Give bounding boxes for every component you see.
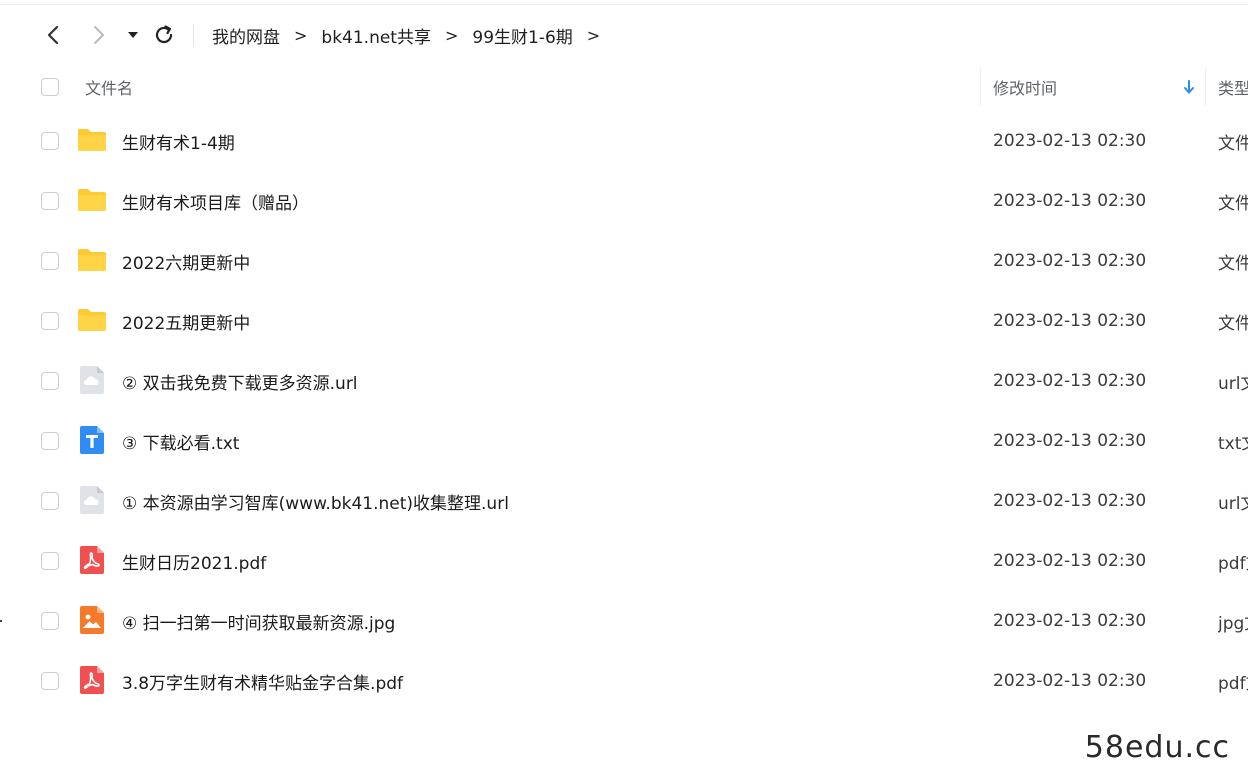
file-list: 生财有术1-4期 2023-02-13 02:30 文件夹 生财有术项目库（赠品… <box>0 111 1248 711</box>
column-header-name[interactable]: 文件名 <box>85 64 133 110</box>
column-divider[interactable] <box>980 68 981 106</box>
file-list-header: 文件名 修改时间 类型 <box>0 64 1248 110</box>
file-row[interactable]: 2022五期更新中 2023-02-13 02:30 文件夹 <box>0 291 1248 351</box>
edge-mark <box>0 620 2 622</box>
back-button[interactable] <box>40 22 66 48</box>
file-name[interactable]: 生财有术项目库（赠品） <box>122 171 309 231</box>
pdf-file-icon <box>80 546 104 574</box>
file-name[interactable]: ② 双击我免费下载更多资源.url <box>122 351 358 411</box>
file-row[interactable]: 生财有术项目库（赠品） 2023-02-13 02:30 文件夹 <box>0 171 1248 231</box>
file-modified-time: 2023-02-13 02:30 <box>993 251 1147 271</box>
file-row[interactable]: 生财日历2021.pdf 2023-02-13 02:30 pdf文件 <box>0 531 1248 591</box>
file-type: 文件夹 <box>1218 193 1248 214</box>
file-row[interactable]: ④ 扫一扫第一时间获取最新资源.jpg 2023-02-13 02:30 jpg… <box>0 591 1248 651</box>
file-type: pdf文件 <box>1218 673 1248 694</box>
sort-desc-button[interactable] <box>1182 64 1196 110</box>
file-type: 文件夹 <box>1218 313 1248 334</box>
refresh-button[interactable] <box>151 22 177 48</box>
watermark: 58edu.cc <box>1084 730 1230 765</box>
file-modified-time: 2023-02-13 02:30 <box>993 131 1147 151</box>
file-type: url文件 <box>1218 493 1248 514</box>
file-type: jpg文件 <box>1218 613 1248 634</box>
file-type: 文件夹 <box>1218 253 1248 274</box>
file-type: 文件夹 <box>1218 133 1248 154</box>
folder-icon <box>78 309 106 331</box>
url-file-icon <box>80 366 104 394</box>
column-header-modified[interactable]: 修改时间 <box>993 64 1057 110</box>
file-modified-time: 2023-02-13 02:30 <box>993 191 1147 211</box>
file-modified-time: 2023-02-13 02:30 <box>993 671 1147 691</box>
toolbar-separator <box>193 24 194 46</box>
txt-file-icon <box>80 426 104 454</box>
toolbar: 我的网盘 > bk41.net共享 > 99生财1-6期 > <box>0 12 1248 58</box>
file-row[interactable]: 生财有术1-4期 2023-02-13 02:30 文件夹 <box>0 111 1248 171</box>
row-checkbox[interactable] <box>41 192 59 210</box>
file-name[interactable]: 3.8万字生财有术精华贴金字合集.pdf <box>122 651 403 711</box>
row-checkbox[interactable] <box>41 132 59 150</box>
file-name[interactable]: 2022六期更新中 <box>122 231 250 291</box>
file-type: url文件 <box>1218 373 1248 394</box>
forward-button[interactable] <box>86 22 112 48</box>
file-row[interactable]: ① 本资源由学习智库(www.bk41.net)收集整理.url 2023-02… <box>0 471 1248 531</box>
chevron-right-icon <box>94 26 104 44</box>
column-divider[interactable] <box>1205 68 1206 106</box>
file-row[interactable]: ② 双击我免费下载更多资源.url 2023-02-13 02:30 url文件 <box>0 351 1248 411</box>
url-file-icon <box>80 486 104 514</box>
file-modified-time: 2023-02-13 02:30 <box>993 611 1147 631</box>
file-row[interactable]: ③ 下载必看.txt 2023-02-13 02:30 txt文件 <box>0 411 1248 471</box>
top-divider <box>0 4 1248 5</box>
file-modified-time: 2023-02-13 02:30 <box>993 311 1147 331</box>
row-checkbox[interactable] <box>41 672 59 690</box>
folder-icon <box>78 129 106 151</box>
row-checkbox[interactable] <box>41 492 59 510</box>
file-modified-time: 2023-02-13 02:30 <box>993 371 1147 391</box>
file-modified-time: 2023-02-13 02:30 <box>993 491 1147 511</box>
folder-icon <box>78 189 106 211</box>
file-name[interactable]: 2022五期更新中 <box>122 291 250 351</box>
image-file-icon <box>80 606 104 634</box>
file-name[interactable]: 生财有术1-4期 <box>122 111 235 171</box>
select-all-checkbox[interactable] <box>41 78 59 96</box>
history-dropdown-button[interactable] <box>120 22 146 48</box>
breadcrumb-separator: > <box>586 25 601 45</box>
file-type: txt文件 <box>1218 433 1248 454</box>
arrow-down-icon <box>1184 80 1194 94</box>
file-name[interactable]: ③ 下载必看.txt <box>122 411 239 471</box>
refresh-icon <box>155 25 173 44</box>
breadcrumb-item-current[interactable]: 99生财1-6期 <box>472 23 572 48</box>
file-row[interactable]: 2022六期更新中 2023-02-13 02:30 文件夹 <box>0 231 1248 291</box>
breadcrumb: 我的网盘 > bk41.net共享 > 99生财1-6期 > <box>212 23 614 48</box>
row-checkbox[interactable] <box>41 372 59 390</box>
row-checkbox[interactable] <box>41 312 59 330</box>
row-checkbox[interactable] <box>41 612 59 630</box>
row-checkbox[interactable] <box>41 552 59 570</box>
chevron-left-icon <box>47 25 59 45</box>
file-row[interactable]: 3.8万字生财有术精华贴金字合集.pdf 2023-02-13 02:30 pd… <box>0 651 1248 711</box>
breadcrumb-item-share[interactable]: bk41.net共享 <box>321 23 431 48</box>
file-name[interactable]: ① 本资源由学习智库(www.bk41.net)收集整理.url <box>122 471 509 531</box>
file-type: pdf文件 <box>1218 553 1248 574</box>
breadcrumb-item-root[interactable]: 我的网盘 <box>212 23 280 48</box>
file-modified-time: 2023-02-13 02:30 <box>993 431 1147 451</box>
row-checkbox[interactable] <box>41 432 59 450</box>
file-modified-time: 2023-02-13 02:30 <box>993 551 1147 571</box>
folder-icon <box>78 249 106 271</box>
breadcrumb-separator: > <box>444 25 459 45</box>
file-name[interactable]: 生财日历2021.pdf <box>122 531 266 591</box>
file-name[interactable]: ④ 扫一扫第一时间获取最新资源.jpg <box>122 591 395 651</box>
breadcrumb-separator: > <box>294 25 308 45</box>
row-checkbox[interactable] <box>41 252 59 270</box>
column-header-type[interactable]: 类型 <box>1218 64 1248 110</box>
pdf-file-icon <box>80 666 104 694</box>
caret-down-icon <box>128 32 138 38</box>
